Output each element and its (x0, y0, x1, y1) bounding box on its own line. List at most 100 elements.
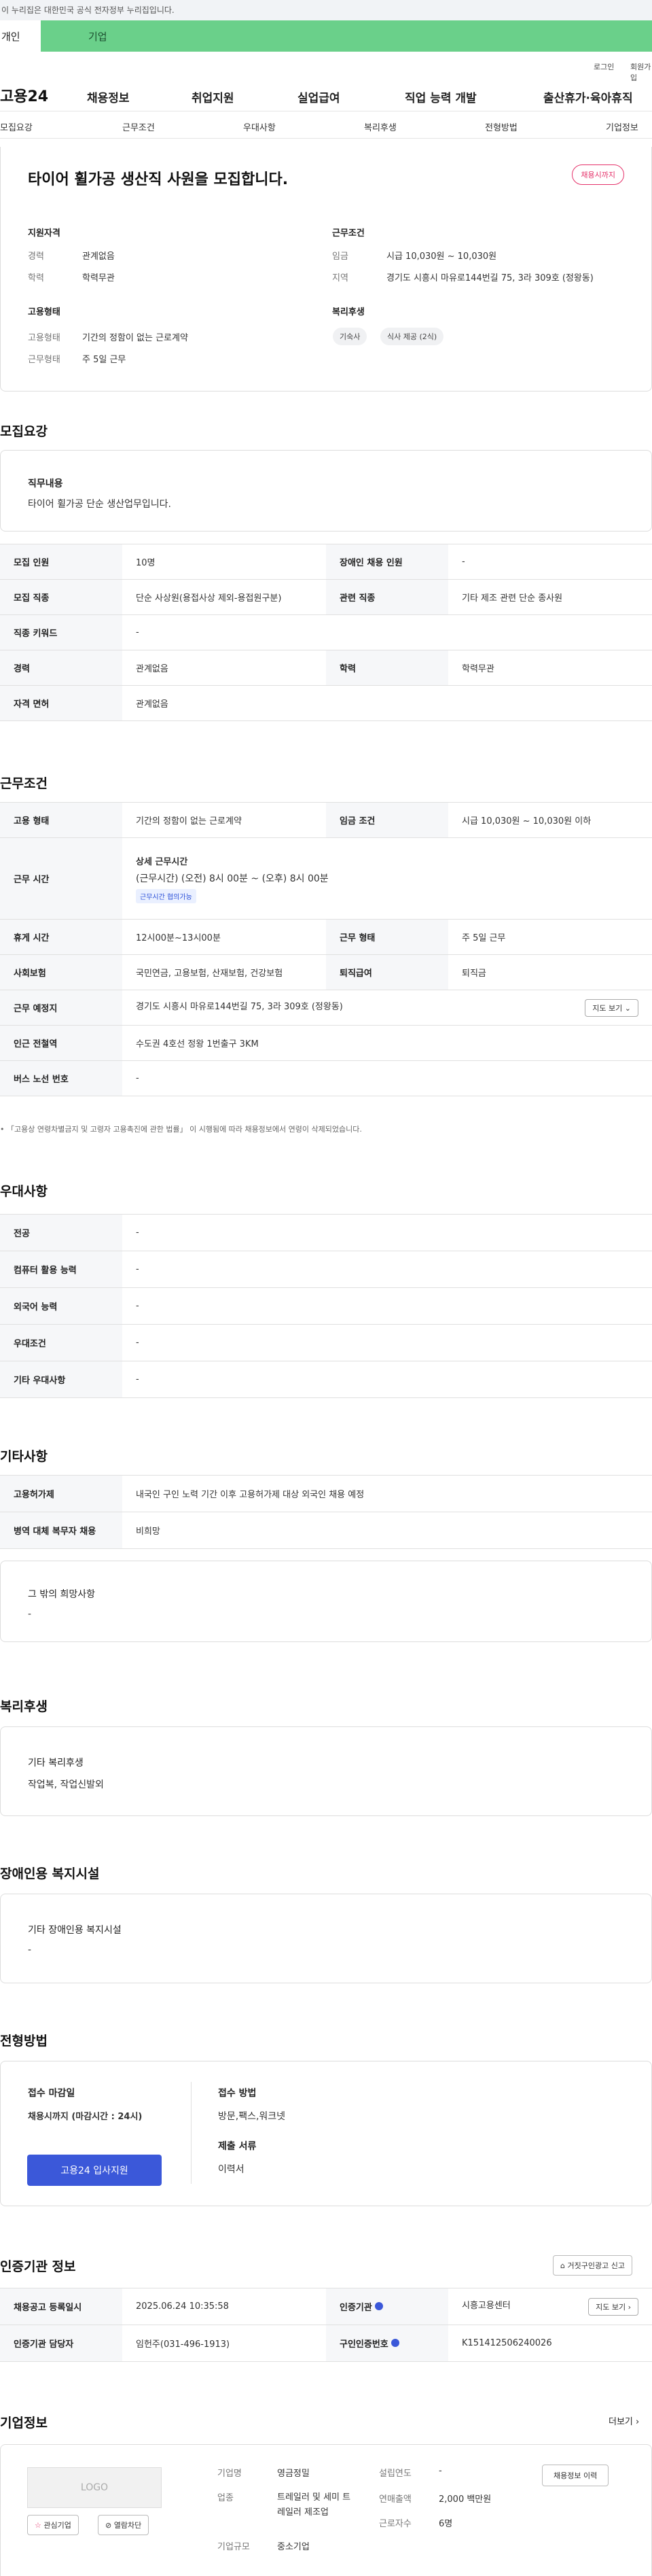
wage-label: 임금 (332, 251, 348, 262)
disability-card: 기타 장애인용 복지시설 - (0, 1894, 652, 1983)
section-company-title: 기업정보 (0, 2416, 48, 2431)
table-row: 채용공고 등록일시 2025.06.24 10:35:58 인증기관 시흥고용센… (0, 2288, 652, 2325)
agency-label: 인증기관 (340, 2303, 372, 2313)
welfare-heading: 기타 복리후생 (28, 1758, 84, 1769)
table-header-cell: 직종 키워드 (0, 614, 122, 650)
tab-personal[interactable]: 개인 (0, 20, 41, 52)
table-header-cell: 인증기관 (326, 2288, 448, 2325)
table-cell: K151412506240026 (448, 2325, 652, 2362)
gnb-item-jobs[interactable]: 채용정보 (87, 88, 130, 105)
table-row: 모집 직종 단순 사상원(용접사상 제외-용접원구분) 관련 직종 기타 제조 … (0, 579, 652, 615)
table-header-cell: 채용공고 등록일시 (0, 2288, 122, 2325)
table-header-cell: 모집 직종 (0, 579, 122, 615)
table-header-cell: 인근 전철역 (0, 1025, 122, 1061)
table-row: 외국어 능력 - (0, 1287, 652, 1325)
map-view-button[interactable]: 지도 보기 ⌄ (585, 998, 638, 1017)
section-selection-title: 전형방법 (0, 2034, 48, 2049)
table-row: 자격 면허 관계없음 (0, 685, 652, 721)
job-summary-card: 타이어 휠가공 생산직 사원을 모집합니다. 채용시까지 지원자격 경력 관계없… (0, 147, 652, 391)
area-label: 지역 (332, 273, 348, 283)
section-conditions-title: 근무조건 (0, 776, 48, 791)
qualification-heading: 지원자격 (28, 228, 60, 239)
disability-heading: 기타 장애인용 복지시설 (28, 1925, 122, 1936)
section-preference-title: 우대사항 (0, 1184, 48, 1199)
table-cell: - (122, 1361, 652, 1398)
table-row: 버스 노선 번호 - (0, 1060, 652, 1096)
table-row: 경력 관계없음 학력 학력무관 (0, 650, 652, 686)
employment-type-value: 기간의 정함이 없는 근로계약 (82, 333, 188, 343)
table-row: 고용허가제 내국인 구인 노력 기간 이후 고용허가제 대상 외국인 채용 예정 (0, 1475, 652, 1512)
age-notice: • 「고용상 연령차별금지 및 고령자 고용촉진에 관한 법률」 이 시행됨에 … (0, 1124, 362, 1134)
table-header-cell: 경력 (0, 650, 122, 686)
table-header-cell: 기타 우대사항 (0, 1361, 122, 1398)
docs-heading: 제출 서류 (218, 2141, 257, 2152)
info-icon[interactable] (391, 2339, 400, 2347)
company-more-link[interactable]: 더보기 › (609, 2414, 639, 2427)
global-nav: 고용24 채용정보 취업지원 실업급여 직업 능력 개발 출산휴가·육아휴직 (0, 76, 652, 111)
gnb-item-parental-leave[interactable]: 출산휴가·육아휴직 (543, 88, 633, 105)
section-disability-title: 장애인용 복지시설 (0, 1866, 100, 1881)
gnb-item-employment-support[interactable]: 취업지원 (192, 88, 234, 105)
star-icon: ☆ (35, 2521, 41, 2530)
interest-company-label: 관심기업 (43, 2521, 71, 2530)
agency-map-button[interactable]: 지도 보기 › (588, 2297, 638, 2316)
gnb-item-unemployment-benefit[interactable]: 실업급여 (297, 88, 340, 105)
table-cell: 시흥고용센터 지도 보기 › (448, 2288, 652, 2325)
login-link[interactable]: 로그인 (594, 61, 614, 72)
table-row: 근무 예정지 경기도 시흥시 마유로144번길 75, 3라 309호 (정왕동… (0, 990, 652, 1026)
section-agency-title: 인증기관 정보 (0, 2259, 76, 2274)
false-ad-report-button[interactable]: ⌂ 거짓구인광고 신고 (553, 2255, 632, 2276)
company-name-value: 영금정밀 (277, 2469, 310, 2479)
section-anchor-nav: 모집요강 근무조건 우대사항 복리후생 전형방법 기업정보 (0, 111, 652, 139)
anchor-recruit[interactable]: 모집요강 (0, 120, 33, 133)
table-cell: 국민연금, 고용보험, 산재보험, 건강보험 (122, 954, 326, 990)
table-header-cell: 학력 (326, 650, 448, 686)
gnb-item-vocational-training[interactable]: 직업 능력 개발 (405, 88, 477, 105)
age-notice-text: 「고용상 연령차별금지 및 고령자 고용촉진에 관한 법률」 이 시행됨에 따라… (7, 1125, 362, 1134)
table-cell: 임헌주(031-496-1913) (122, 2325, 326, 2362)
other-wishes-value: - (28, 1609, 32, 1620)
anchor-selection[interactable]: 전형방법 (485, 120, 518, 133)
site-logo[interactable]: 고용24 (0, 84, 48, 106)
table-row: 우대조건 - (0, 1324, 652, 1361)
table-cell: 관계없음 (122, 685, 652, 721)
table-row: 휴게 시간 12시00분~13시00분 근무 형태 주 5일 근무 (0, 919, 652, 955)
block-icon: ⊘ (105, 2521, 112, 2530)
interest-company-button[interactable]: ☆ 관심기업 (27, 2515, 79, 2535)
anchor-company[interactable]: 기업정보 (606, 120, 638, 133)
table-cell: 경기도 시흥시 마유로144번길 75, 3라 309호 (정왕동) 지도 보기… (122, 990, 652, 1026)
employment-type-label: 고용형태 (28, 333, 60, 343)
info-icon[interactable] (375, 2302, 384, 2310)
conditions-heading: 근무조건 (332, 228, 365, 239)
divider (191, 2082, 192, 2184)
table-row: 근무 시간 상세 근무시간 (근무시간) (오전) 8시 00분 ~ (오후) … (0, 837, 652, 920)
table-cell: - (122, 1214, 652, 1251)
anchor-conditions[interactable]: 근무조건 (122, 120, 155, 133)
chevron-down-icon: ⌄ (624, 1003, 631, 1013)
block-view-button[interactable]: ⊘ 열람차단 (98, 2515, 149, 2535)
docs-value: 이력서 (218, 2164, 244, 2175)
tab-company[interactable]: 기업 (41, 20, 652, 52)
table-row: 컴퓨터 활용 능력 - (0, 1251, 652, 1288)
table-header-cell: 컴퓨터 활용 능력 (0, 1251, 122, 1288)
wage-value: 시급 10,030원 ~ 10,030원 (386, 251, 497, 262)
table-header-cell: 근무 시간 (0, 837, 122, 920)
table-header-cell: 외국어 능력 (0, 1287, 122, 1325)
table-cell: 학력무관 (448, 650, 652, 686)
apply-button[interactable]: 고용24 입사지원 (27, 2155, 162, 2186)
anchor-welfare[interactable]: 복리후생 (364, 120, 397, 133)
anchor-preference[interactable]: 우대사항 (243, 120, 276, 133)
utility-links: 로그인 회원가입 (0, 52, 652, 82)
hiring-history-button[interactable]: 채용정보 이력 (542, 2465, 609, 2486)
table-cell: 2025.06.24 10:35:58 (122, 2288, 326, 2325)
table-row: 고용 형태 기간의 정함이 없는 근로계약 임금 조건 시급 10,030원 ~… (0, 802, 652, 838)
company-size-value: 중소기업 (277, 2542, 310, 2552)
area-value: 경기도 시흥시 마유로144번길 75, 3라 309호 (정왕동) (386, 273, 594, 283)
agency-table: 채용공고 등록일시 2025.06.24 10:35:58 인증기관 시흥고용센… (0, 2288, 652, 2362)
table-header-cell: 근무 형태 (326, 919, 448, 955)
cert-label: 구인인증번호 (340, 2339, 388, 2350)
company-sales-label: 연매출액 (379, 2494, 412, 2505)
welfare-text: 작업복, 작업신발외 (28, 1779, 104, 1790)
status-badge: 채용시까지 (572, 164, 624, 185)
other-wishes-heading: 그 밖의 희망사항 (28, 1589, 96, 1600)
